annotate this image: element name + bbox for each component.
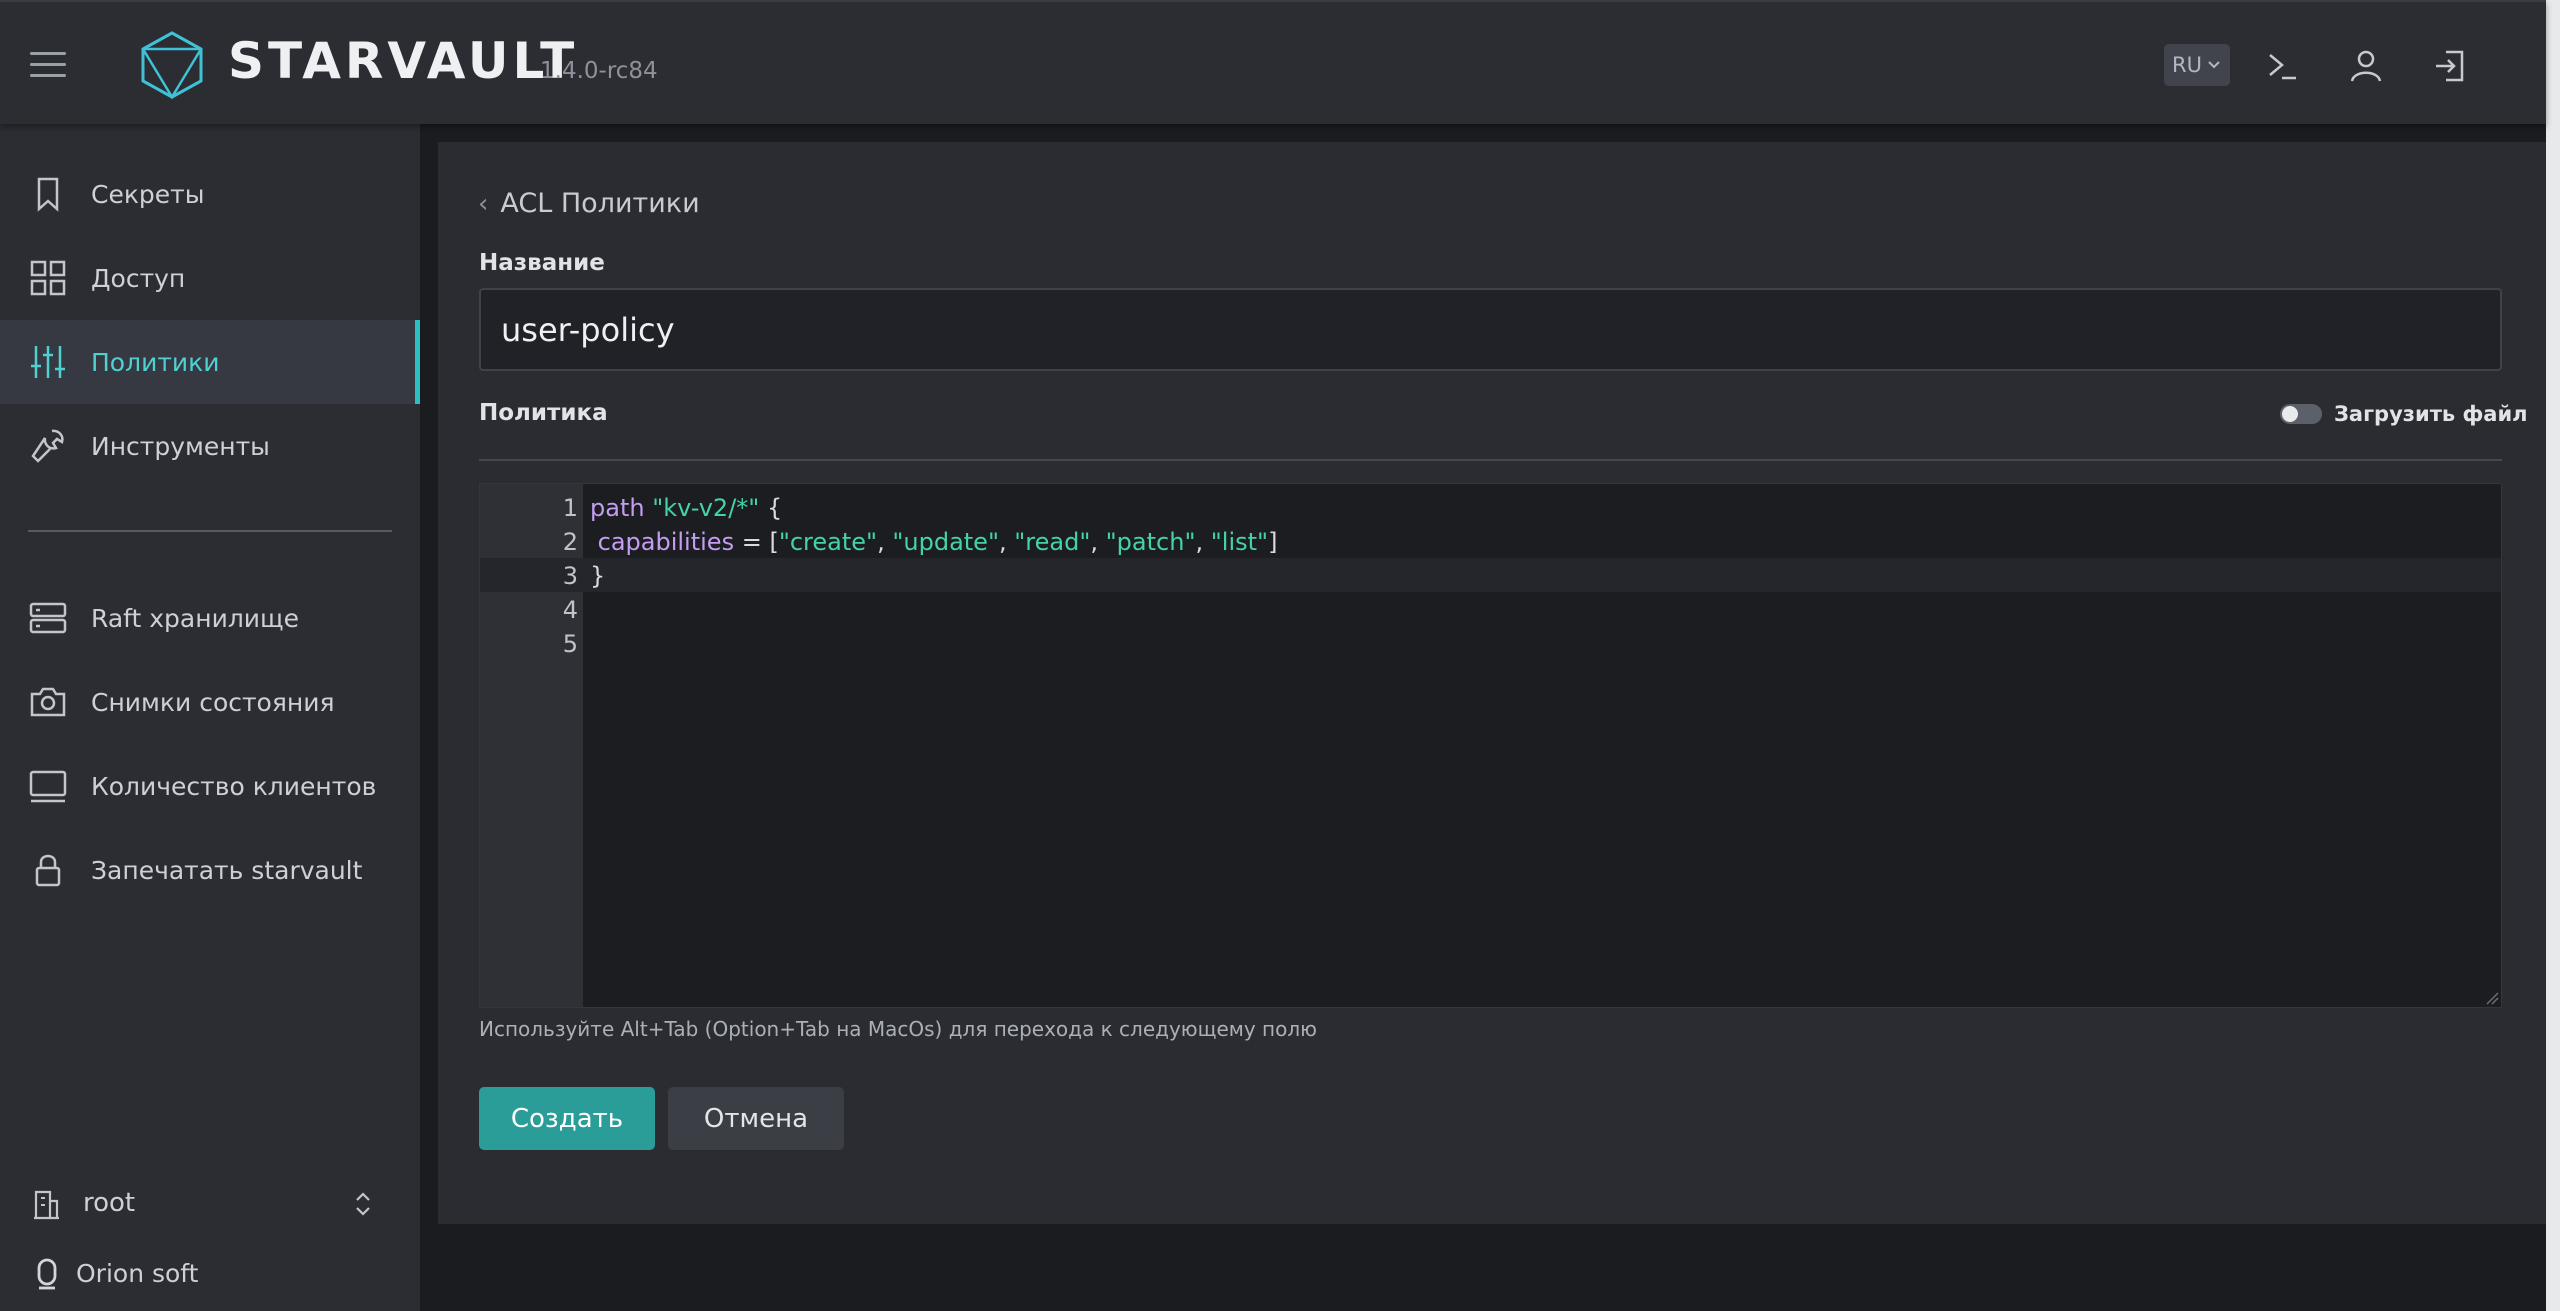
wrench-icon: [31, 429, 64, 463]
sidebar-item-raft-storage[interactable]: Raft хранилище: [0, 576, 420, 660]
brand-name: STARVAULT: [228, 32, 579, 90]
code-keyword: path: [590, 494, 645, 522]
line-number: 3: [562, 562, 578, 590]
code-line: 4: [480, 592, 2501, 626]
sidebar: Секреты Доступ Политики Инструменты Raft…: [0, 124, 420, 1311]
resize-handle-icon[interactable]: [2485, 991, 2499, 1005]
breadcrumb-label: ACL Политики: [500, 188, 700, 219]
namespace-selector[interactable]: root: [0, 1164, 420, 1244]
code-token: }: [590, 562, 606, 590]
code-token: ]: [1268, 528, 1278, 556]
organization-label: Orion soft: [76, 1259, 199, 1288]
user-icon[interactable]: [2346, 46, 2386, 86]
lock-icon: [35, 854, 61, 887]
logout-icon[interactable]: [2430, 46, 2470, 86]
server-icon: [29, 602, 67, 634]
name-field-label: Название: [479, 250, 605, 276]
grid-icon: [30, 260, 66, 296]
sidebar-item-seal[interactable]: Запечатать starvault: [0, 828, 420, 912]
create-button[interactable]: Создать: [479, 1087, 655, 1150]
sidebar-item-policies[interactable]: Политики: [0, 320, 420, 404]
code-keyword: capabilities: [597, 528, 735, 556]
sidebar-item-label: Запечатать starvault: [91, 855, 363, 885]
code-string: "list": [1210, 528, 1269, 556]
sidebar-divider: [28, 530, 392, 532]
sidebar-item-label: Политики: [91, 347, 220, 377]
monitor-icon: [29, 770, 67, 803]
sidebar-item-label: Снимки состояния: [91, 687, 335, 717]
top-bar: STARVAULT 1.4.0-rc84 RU: [0, 0, 2546, 124]
code-token: {: [759, 494, 783, 522]
line-number: 1: [562, 494, 578, 522]
line-number: 4: [562, 596, 578, 624]
terminal-icon[interactable]: [2262, 46, 2302, 86]
code-text: path "kv-v2/*" {: [590, 494, 782, 522]
chevron-up-down-icon: [356, 1192, 370, 1216]
code-line: 1 path "kv-v2/*" {: [480, 490, 2501, 524]
policy-name-input[interactable]: [479, 288, 2502, 371]
code-token: ,: [998, 528, 1015, 556]
window-scrollbar[interactable]: [2546, 0, 2560, 1311]
code-token: ,: [1090, 528, 1106, 556]
sidebar-item-secrets[interactable]: Секреты: [0, 152, 420, 236]
code-text: capabilities = ["create", "update", "rea…: [590, 528, 1278, 556]
sidebar-item-client-count[interactable]: Количество клиентов: [0, 744, 420, 828]
language-label: RU: [2172, 53, 2202, 77]
sidebar-item-label: Raft хранилище: [91, 603, 299, 633]
policy-field-label: Политика: [479, 400, 608, 426]
chevron-left-icon: ‹: [478, 188, 489, 219]
starvault-logo-icon: [141, 31, 203, 100]
upload-file-toggle[interactable]: Загрузить файл: [2280, 402, 2528, 426]
sidebar-item-label: Количество клиентов: [91, 771, 377, 801]
chevron-down-icon: [2208, 61, 2220, 69]
policy-code-editor[interactable]: 1 path "kv-v2/*" {2 capabilities = ["crea…: [479, 483, 2502, 1008]
menu-icon[interactable]: [30, 52, 66, 78]
code-token: ,: [877, 528, 893, 556]
bookmark-icon: [37, 177, 59, 212]
code-string: "patch": [1105, 528, 1196, 556]
breadcrumb[interactable]: ‹ ACL Политики: [478, 188, 700, 219]
sidebar-item-snapshots[interactable]: Снимки состояния: [0, 660, 420, 744]
sidebar-item-label: Секреты: [91, 179, 205, 209]
code-line: 5: [480, 626, 2501, 660]
organization-row: Orion soft: [0, 1239, 420, 1309]
policy-divider: [479, 459, 2502, 461]
camera-icon: [30, 687, 66, 717]
namespace-label: root: [83, 1188, 136, 1218]
code-string: "read": [1014, 528, 1091, 556]
language-selector[interactable]: RU: [2164, 44, 2230, 86]
sidebar-item-access[interactable]: Доступ: [0, 236, 420, 320]
toggle-switch[interactable]: [2280, 404, 2322, 424]
sliders-icon: [31, 346, 65, 378]
sidebar-item-label: Инструменты: [91, 431, 270, 461]
version-label: 1.4.0-rc84: [540, 58, 658, 84]
code-string: "create": [778, 528, 878, 556]
code-line: 3}: [480, 558, 2501, 592]
sidebar-item-label: Доступ: [91, 263, 186, 293]
cancel-button[interactable]: Отмена: [668, 1087, 844, 1150]
code-token: ,: [1195, 528, 1211, 556]
upload-file-label: Загрузить файл: [2334, 402, 2528, 426]
sidebar-item-tools[interactable]: Инструменты: [0, 404, 420, 488]
code-token: = [: [734, 528, 779, 556]
keyboard-hint: Используйте Alt+Tab (Option+Tab на MacOs…: [479, 1017, 1317, 1041]
code-string: "update": [892, 528, 999, 556]
line-number: 5: [562, 630, 578, 658]
building-icon: [34, 1190, 59, 1220]
code-line: 2 capabilities = ["create", "update", "r…: [480, 524, 2501, 558]
code-string: "kv-v2/*": [652, 494, 760, 522]
orion-logo-icon: [37, 1258, 57, 1290]
line-number: 2: [562, 528, 578, 556]
code-text: }: [590, 562, 605, 590]
